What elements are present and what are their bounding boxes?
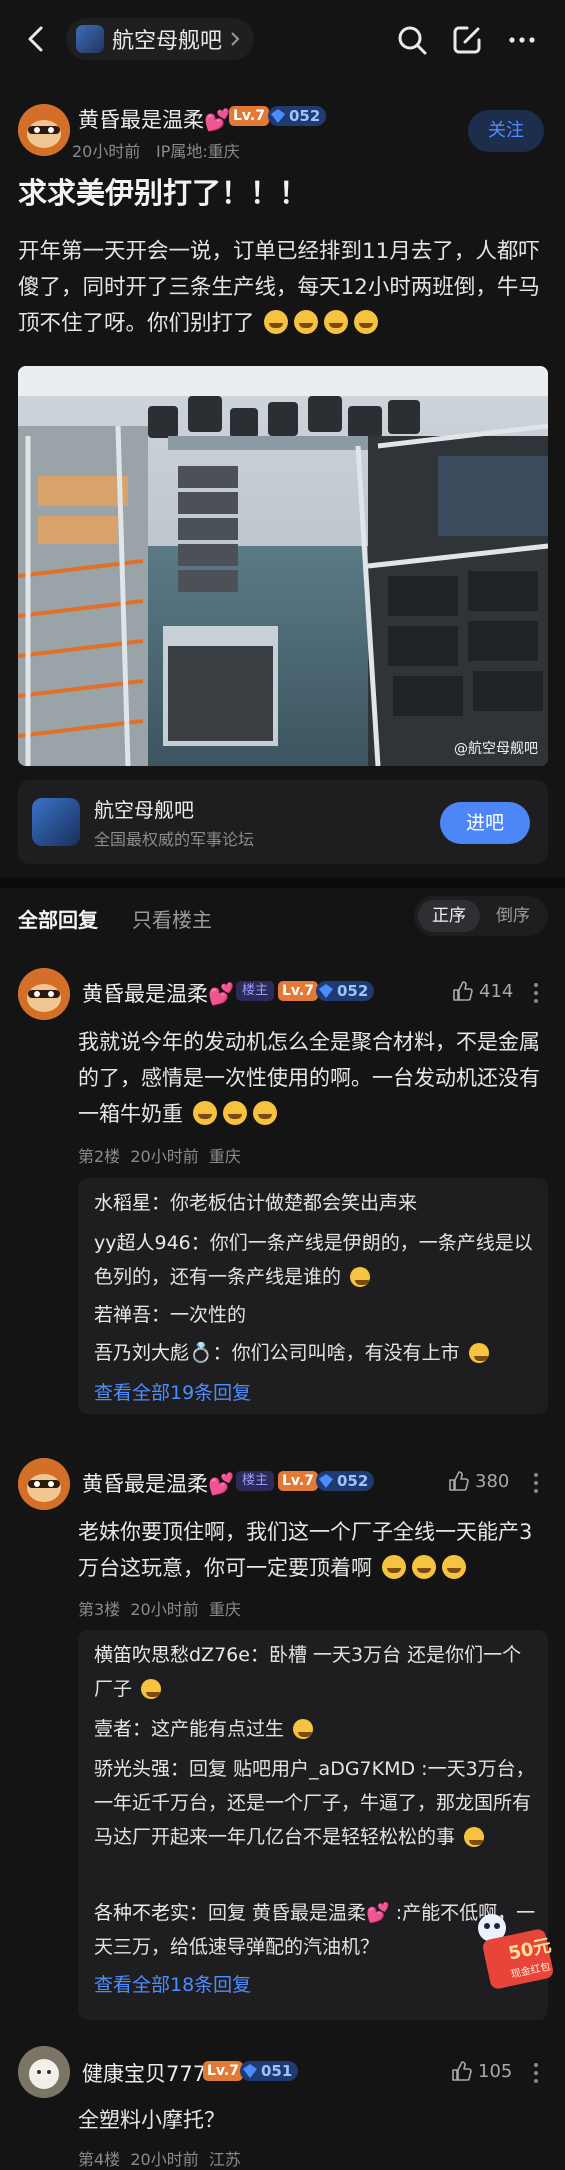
sort-desc-button[interactable]: 倒序 bbox=[482, 900, 544, 932]
chevron-right-icon bbox=[231, 32, 240, 46]
back-arrow-icon[interactable] bbox=[22, 24, 52, 54]
author-name[interactable]: 黄昏最是温柔💕 bbox=[78, 104, 230, 134]
forum-card-title: 航空母舰吧 bbox=[94, 798, 194, 822]
level-badge: Lv.7 bbox=[278, 981, 318, 1001]
comment-text: 老妹你要顶住啊，我们这一个厂子全线一天能产3万台这玩意，你可一定要顶着啊 bbox=[78, 1520, 533, 1580]
diamond-icon bbox=[319, 1474, 333, 1488]
emoji-icon bbox=[222, 1101, 247, 1125]
like-button[interactable]: 380 bbox=[447, 1470, 509, 1492]
sub-reply[interactable]: 横笛吹思愁dZ76e：卧槽 一天3万台 还是你们一个厂子 bbox=[94, 1638, 536, 1706]
sub-reply[interactable]: 壹者：这产能有点过生 bbox=[94, 1712, 536, 1746]
thumbs-up-icon bbox=[449, 1471, 469, 1491]
diamond-icon bbox=[319, 984, 333, 998]
follow-button[interactable]: 关注 bbox=[468, 110, 544, 152]
post-title: 求求美伊别打了！！！ bbox=[18, 176, 309, 210]
view-all-replies-link[interactable]: 查看全部19条回复 bbox=[94, 1378, 251, 1405]
emoji-icon bbox=[468, 1343, 489, 1363]
comment-text: 我就说今年的发动机怎么全是聚合材料，不是金属的了，感情是一次性使用的啊。一台发动… bbox=[78, 1030, 540, 1126]
sub-reply[interactable]: 吾乃刘大彪💍：你们公司叫啥，有没有上市 bbox=[94, 1336, 536, 1370]
host-badge: 楼主 bbox=[236, 981, 275, 1001]
comment-more-icon[interactable] bbox=[533, 1472, 539, 1494]
emoji-icon bbox=[141, 1679, 162, 1699]
emoji-icon bbox=[294, 310, 319, 334]
forum-icon bbox=[32, 798, 80, 846]
emoji-icon bbox=[252, 1101, 277, 1125]
level-badge: Lv.7 bbox=[278, 1471, 318, 1491]
forum-card-subtitle: 全国最权威的军事论坛 bbox=[94, 830, 255, 849]
top-bar: 航空母舰吧 bbox=[0, 0, 565, 78]
tab-all-replies[interactable]: 全部回复 bbox=[18, 904, 98, 933]
diamond-icon bbox=[271, 109, 285, 123]
forum-card[interactable]: 航空母舰吧 全国最权威的军事论坛 进吧 bbox=[18, 780, 548, 864]
comment-text: 全塑料小摩托？ bbox=[78, 2108, 225, 2132]
comment-more-icon[interactable] bbox=[533, 2062, 539, 2084]
emoji-icon bbox=[411, 1555, 436, 1579]
search-icon[interactable] bbox=[396, 24, 428, 56]
emoji-icon bbox=[264, 310, 289, 334]
commenter-avatar[interactable] bbox=[18, 968, 70, 1020]
emoji-icon bbox=[324, 310, 349, 334]
level-badge: Lv.7 bbox=[203, 2061, 243, 2081]
sort-asc-button[interactable]: 正序 bbox=[418, 900, 480, 932]
like-button[interactable]: 105 bbox=[450, 2060, 512, 2082]
thumbs-up-icon bbox=[452, 2061, 472, 2081]
gem-badge: 052 bbox=[268, 106, 327, 126]
commenter-name[interactable]: 健康宝贝777 bbox=[82, 2058, 206, 2088]
photo-watermark: @航空母舰吧 bbox=[454, 741, 538, 757]
sub-reply[interactable]: yy超人946：你们一条产线是伊朗的，一条产线是以色列的，还有一条产线是谁的 bbox=[94, 1226, 536, 1294]
emoji-icon bbox=[350, 1267, 371, 1287]
forum-chip-name: 航空母舰吧 bbox=[112, 29, 223, 54]
join-forum-button[interactable]: 进吧 bbox=[440, 802, 530, 844]
post-ip: IP属地:重庆 bbox=[156, 142, 240, 161]
author-avatar[interactable] bbox=[18, 104, 70, 156]
more-options-icon[interactable] bbox=[506, 24, 538, 56]
diamond-icon bbox=[243, 2064, 257, 2078]
gem-badge: 051 bbox=[240, 2061, 299, 2081]
comment-meta: 第3楼 20小时前 重庆 bbox=[78, 1600, 241, 1619]
gem-badge: 052 bbox=[316, 981, 375, 1001]
commenter-avatar[interactable] bbox=[18, 2046, 70, 2098]
emoji-icon bbox=[464, 1827, 485, 1847]
commenter-name[interactable]: 黄昏最是温柔💕 bbox=[82, 1468, 234, 1498]
view-all-replies-link[interactable]: 查看全部18条回复 bbox=[94, 1970, 251, 1997]
tab-op-only[interactable]: 只看楼主 bbox=[132, 904, 212, 933]
emoji-icon bbox=[381, 1555, 406, 1579]
comment-more-icon[interactable] bbox=[533, 982, 539, 1004]
comment-meta: 第2楼 20小时前 重庆 bbox=[78, 1147, 241, 1166]
forum-thumbnail bbox=[76, 25, 104, 53]
post-body: 开年第一天开会一说，订单已经排到11月去了，人都吓傻了，同时开了三条生产线，每天… bbox=[18, 239, 540, 336]
sub-reply[interactable]: 骄光头强：回复 贴吧用户_aDG7KMD :一天3万台，一年近千万台，还是一个厂… bbox=[94, 1752, 536, 1854]
gem-badge: 052 bbox=[316, 1471, 375, 1491]
forum-chip[interactable]: 航空母舰吧 bbox=[66, 18, 255, 60]
factory-photo[interactable]: @航空母舰吧 bbox=[18, 366, 548, 766]
level-badge: Lv.7 bbox=[229, 106, 269, 126]
sort-toggle: 正序 倒序 bbox=[414, 896, 548, 936]
sub-reply[interactable]: 水稻星：你老板估计做楚都会笑出声来 bbox=[94, 1186, 536, 1220]
commenter-avatar[interactable] bbox=[18, 1458, 70, 1510]
emoji-icon bbox=[354, 310, 379, 334]
comment-meta: 第4楼 20小时前 江苏 bbox=[78, 2150, 241, 2169]
post-time: 20小时前 bbox=[72, 142, 141, 161]
sub-replies: 水稻星：你老板估计做楚都会笑出声来 yy超人946：你们一条产线是伊朗的，一条产… bbox=[78, 1178, 548, 1414]
thumbs-up-icon bbox=[453, 981, 473, 1001]
edit-icon[interactable] bbox=[451, 24, 483, 56]
commenter-name[interactable]: 黄昏最是温柔💕 bbox=[82, 978, 234, 1008]
like-button[interactable]: 414 bbox=[451, 980, 513, 1002]
red-packet-sticker[interactable]: 50元 现金红包 bbox=[470, 1910, 556, 1992]
emoji-icon bbox=[441, 1555, 466, 1579]
section-divider bbox=[0, 878, 565, 888]
emoji-icon bbox=[192, 1101, 217, 1125]
host-badge: 楼主 bbox=[236, 1471, 275, 1491]
sub-reply[interactable]: 若禅吾：一次性的 bbox=[94, 1298, 536, 1332]
emoji-icon bbox=[293, 1719, 314, 1739]
